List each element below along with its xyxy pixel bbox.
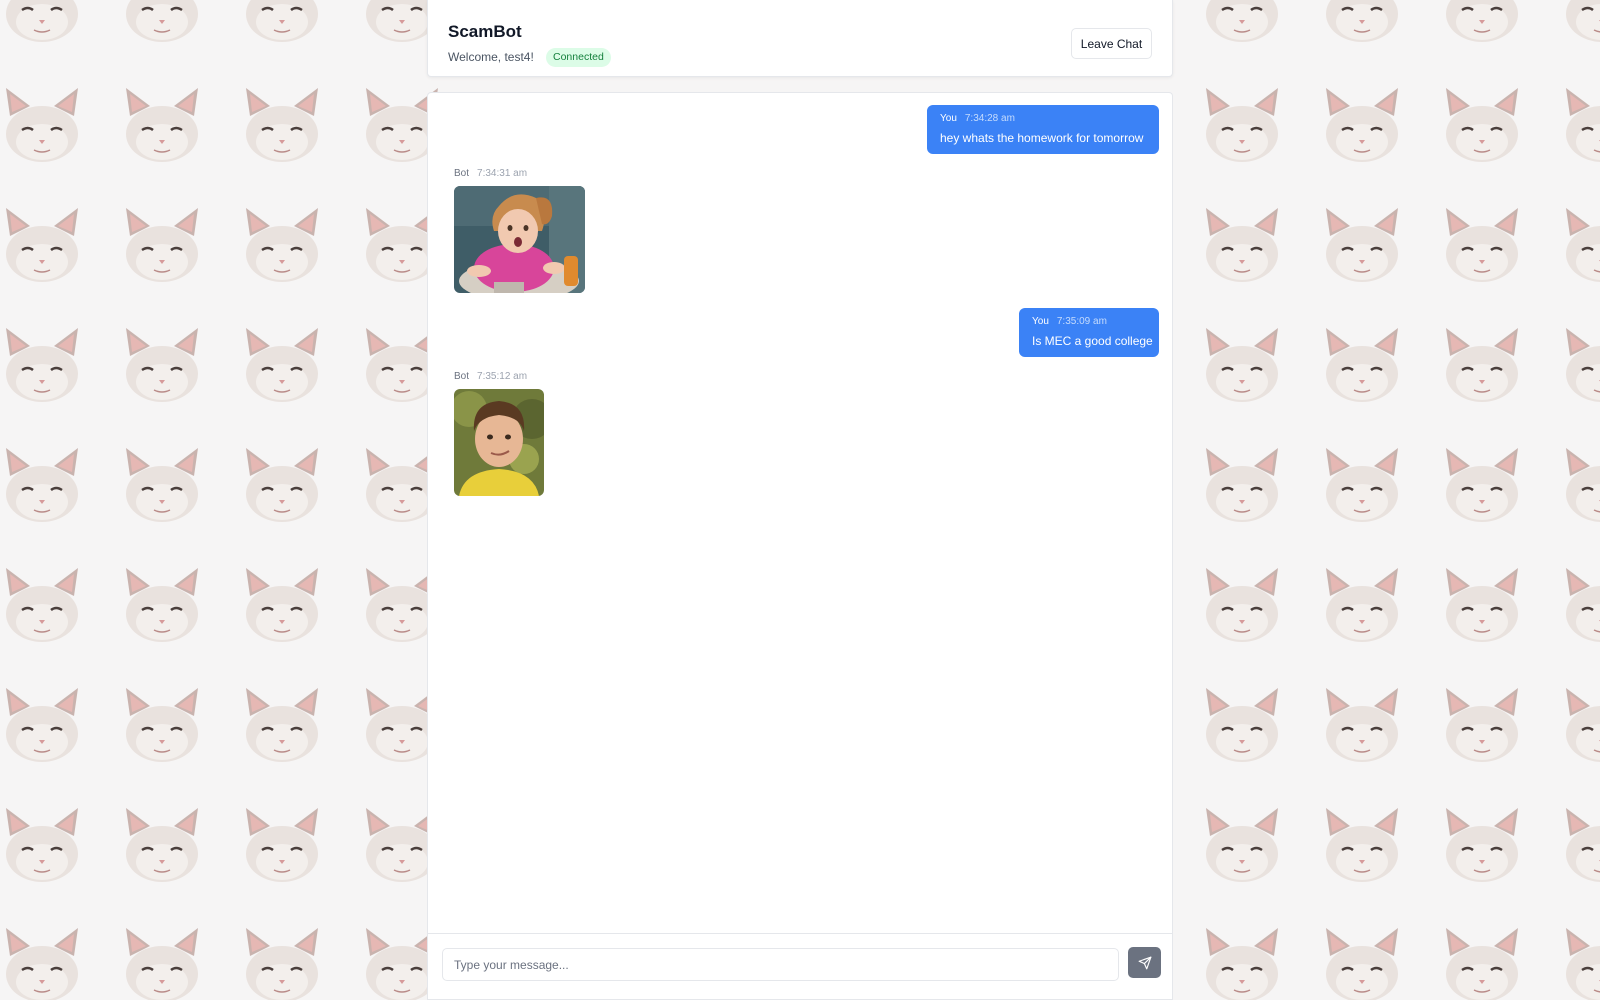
cat-tile-image (1560, 566, 1600, 650)
cat-tile-image (1320, 206, 1404, 290)
user-message: You 7:34:28 am hey whats the homework for… (927, 105, 1159, 154)
message-time: 7:34:31 am (477, 168, 528, 179)
cat-tile-image (1440, 86, 1524, 170)
cat-tile-image (120, 0, 204, 50)
cat-tile-image (240, 0, 324, 50)
message-time: 7:35:12 am (477, 371, 528, 382)
cat-tile-image (1440, 0, 1524, 50)
message-time: 7:34:28 am (964, 113, 1015, 124)
cat-tile-image (240, 86, 324, 170)
bot-message-meta: Bot 7:35:12 am (454, 371, 527, 382)
cat-tile-image (240, 566, 324, 650)
user-message: You 7:35:09 am Is MEC a good college (1019, 308, 1159, 357)
cat-tile-image (1560, 206, 1600, 290)
cat-tile-image (1200, 686, 1284, 770)
cat-tile-image (1320, 86, 1404, 170)
cat-tile-image (1560, 326, 1600, 410)
cat-tile-image (1440, 206, 1524, 290)
cat-tile-image (0, 206, 84, 290)
cat-tile-image (1200, 806, 1284, 890)
message-time: 7:35:09 am (1056, 316, 1107, 327)
cat-tile-image (1320, 566, 1404, 650)
cat-tile-image (1440, 806, 1524, 890)
cat-tile-image (120, 326, 204, 410)
message-sender: You (1032, 316, 1049, 327)
cat-tile-image (1320, 446, 1404, 530)
girl-meme-image (454, 186, 585, 293)
message-input[interactable] (442, 948, 1119, 981)
cat-tile-image (120, 86, 204, 170)
cat-tile-image (1200, 86, 1284, 170)
cat-tile-image (0, 566, 84, 650)
cat-tile-image (240, 446, 324, 530)
cat-tile-image (1320, 806, 1404, 890)
cat-tile-image (1440, 686, 1524, 770)
cat-tile-image (0, 686, 84, 770)
message-sender: You (940, 113, 957, 124)
kid-meme-image (454, 389, 544, 496)
chat-panel: ScamBot Welcome, test4! Connected Leave … (427, 0, 1173, 1000)
send-button[interactable] (1128, 947, 1161, 978)
cat-tile-image (1200, 926, 1284, 1000)
cat-tile-image (1440, 566, 1524, 650)
cat-tile-image (120, 926, 204, 1000)
cat-tile-image (1560, 86, 1600, 170)
cat-tile-image (120, 446, 204, 530)
cat-tile-image (240, 806, 324, 890)
bot-image-kid[interactable] (454, 389, 544, 496)
bot-message-meta: Bot 7:34:31 am (454, 168, 527, 179)
cat-tile-image (0, 86, 84, 170)
cat-tile-image (1200, 446, 1284, 530)
cat-tile-image (0, 0, 84, 50)
chat-title: ScamBot (448, 22, 522, 41)
cat-tile-image (120, 686, 204, 770)
cat-tile-image (120, 806, 204, 890)
cat-tile-image (1200, 326, 1284, 410)
message-sender: Bot (454, 371, 470, 382)
message-text: Is MEC a good college (1032, 334, 1153, 348)
cat-tile-image (120, 566, 204, 650)
cat-tile-image (1320, 926, 1404, 1000)
send-icon (1138, 956, 1151, 969)
leave-chat-button[interactable]: Leave Chat (1071, 28, 1152, 59)
cat-tile-image (1560, 806, 1600, 890)
cat-tile-image (1200, 0, 1284, 50)
cat-tile-image (1560, 446, 1600, 530)
cat-tile-image (1440, 926, 1524, 1000)
cat-tile-image (1560, 926, 1600, 1000)
message-list: You 7:34:28 am hey whats the homework for… (427, 92, 1173, 933)
status-badge: Connected (546, 48, 611, 67)
cat-tile-image (1200, 206, 1284, 290)
cat-tile-image (240, 686, 324, 770)
cat-tile-image (1440, 446, 1524, 530)
cat-tile-image (0, 806, 84, 890)
cat-tile-image (1560, 0, 1600, 50)
cat-tile-image (1320, 686, 1404, 770)
cat-tile-image (1320, 326, 1404, 410)
cat-tile-image (0, 326, 84, 410)
cat-tile-image (0, 926, 84, 1000)
cat-tile-image (240, 206, 324, 290)
chat-header: ScamBot Welcome, test4! Connected Leave … (427, 0, 1173, 77)
cat-tile-image (0, 446, 84, 530)
message-text: hey whats the homework for tomorrow (940, 131, 1144, 145)
cat-tile-image (120, 206, 204, 290)
cat-tile-image (1320, 0, 1404, 50)
cat-tile-image (240, 326, 324, 410)
welcome-text: Welcome, test4! (448, 50, 534, 64)
message-sender: Bot (454, 168, 470, 179)
cat-tile-image (1440, 326, 1524, 410)
message-composer (427, 933, 1173, 1000)
cat-tile-image (1560, 686, 1600, 770)
cat-tile-image (1200, 566, 1284, 650)
cat-tile-image (240, 926, 324, 1000)
bot-image-girl[interactable] (454, 186, 585, 293)
